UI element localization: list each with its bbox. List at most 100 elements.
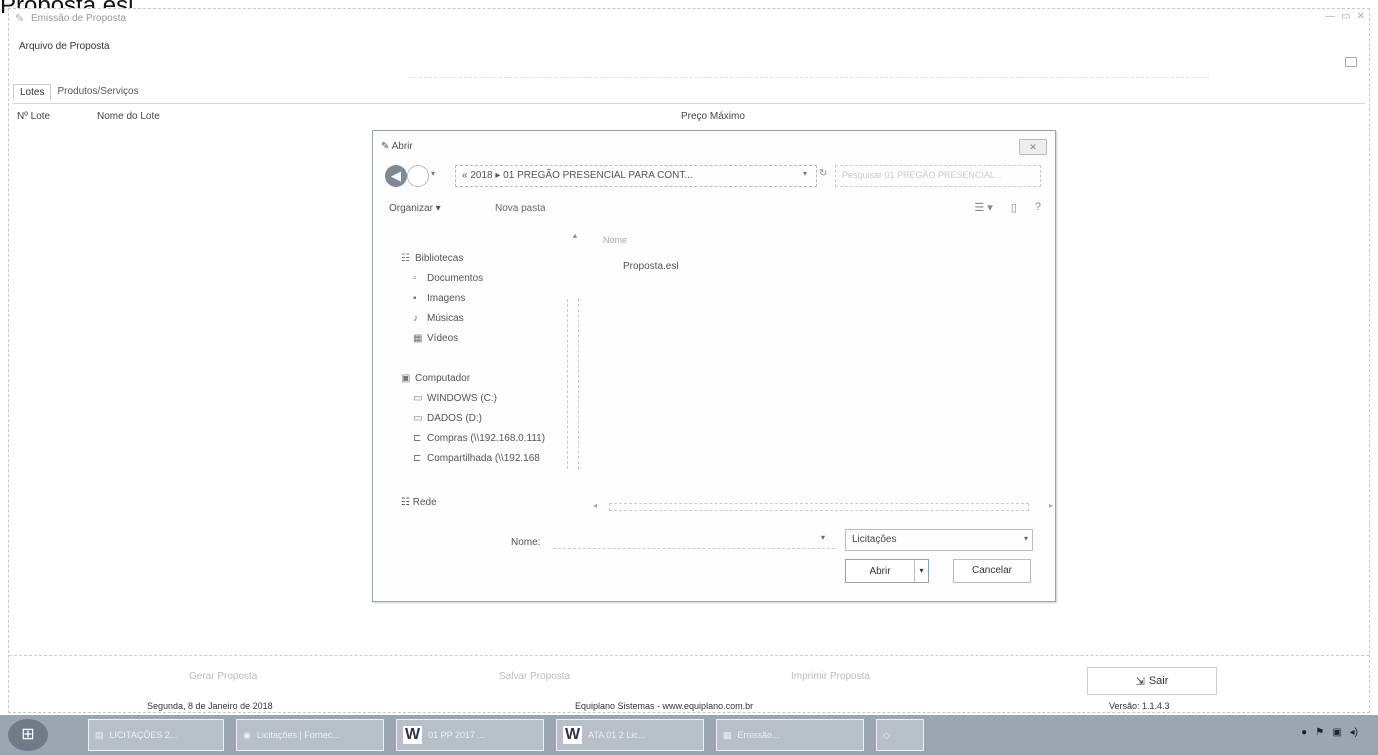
preview-pane-icon[interactable]: ▯: [1011, 201, 1017, 214]
horizontal-scrollbar[interactable]: ◂ ▸: [593, 501, 1053, 513]
task-label: Licitações | Fornec...: [256, 730, 340, 740]
file-type-select[interactable]: Licitações ▾: [845, 529, 1033, 551]
imprimir-proposta-button[interactable]: Imprimir Proposta: [791, 671, 870, 682]
back-arrow-icon[interactable]: ◀: [385, 165, 407, 187]
forward-arrow-icon[interactable]: [407, 165, 429, 187]
view-options-icon[interactable]: ☰ ▾: [974, 201, 992, 214]
network-drive-icon: ⊏: [413, 433, 422, 444]
computer-icon: ▣: [401, 373, 411, 384]
task-label: Emissão...: [737, 730, 780, 740]
sair-button[interactable]: ⇲ Sair: [1087, 667, 1217, 695]
open-button-label: Abrir: [869, 565, 891, 577]
column-preco-maximo[interactable]: Preço Máximo: [681, 111, 745, 122]
nav-label: Compartilhada (\\192.168: [427, 453, 540, 464]
taskbar-item[interactable]: ▦ Emissão...: [716, 719, 864, 751]
nav-label: Computador: [415, 373, 471, 384]
salvar-proposta-button[interactable]: Salvar Proposta: [499, 671, 570, 682]
bottom-divider: [9, 655, 1369, 657]
search-input[interactable]: Pesquisar 01 PREGÃO PRESENCIAL...: [835, 165, 1041, 187]
nav-compras[interactable]: ⊏ Compras (\\192.168.0.111): [413, 433, 545, 444]
file-proposta[interactable]: Proposta.esl: [623, 261, 679, 272]
status-version: Versão: 1.1.4.3: [1109, 701, 1170, 711]
tray-icon[interactable]: ●: [1301, 727, 1307, 738]
task-label: ATA 01 2 Lic...: [588, 730, 646, 740]
panel-icon[interactable]: [1345, 57, 1357, 67]
flag-icon[interactable]: ⚑: [1315, 727, 1324, 738]
column-num-lote[interactable]: Nº Lote: [17, 111, 50, 122]
menu-arquivo[interactable]: Arquivo de Proposta: [19, 41, 110, 52]
help-icon[interactable]: ?: [1035, 201, 1041, 214]
taskbar-item[interactable]: ◉ Licitações | Fornec...: [236, 719, 384, 751]
library-icon: ☷: [401, 253, 410, 264]
column-nome-lote[interactable]: Nome do Lote: [97, 111, 160, 122]
window-title: Emissão de Proposta: [31, 13, 127, 24]
nav-label: Bibliotecas: [415, 253, 464, 264]
refresh-icon[interactable]: ↻: [819, 168, 827, 179]
nav-computer[interactable]: ▣ Computador: [401, 373, 470, 384]
address-chevron-down-icon[interactable]: ▾: [803, 169, 807, 178]
column-name-header[interactable]: Nome: [603, 235, 627, 245]
history-chevron-down-icon[interactable]: ▾: [431, 169, 435, 178]
nav-rede[interactable]: ☷ Rede: [401, 497, 437, 508]
drive-icon: ▭: [413, 393, 423, 404]
new-folder-button[interactable]: Nova pasta: [495, 203, 546, 214]
nav-images[interactable]: ▪ Imagens: [413, 293, 465, 304]
window-controls: — ▭ ✕: [1325, 11, 1365, 22]
network-icon[interactable]: ▣: [1332, 727, 1341, 738]
tool-icon: ◇: [883, 729, 890, 740]
nav-libraries[interactable]: ☷ Bibliotecas: [401, 253, 463, 264]
taskbar-item[interactable]: ◇: [876, 719, 924, 751]
volume-icon[interactable]: ◂): [1350, 727, 1358, 738]
nav-label: WINDOWS (C:): [427, 393, 497, 404]
organize-button[interactable]: Organizar ▾: [389, 203, 441, 214]
browser-icon: ◉: [243, 729, 251, 740]
title-bar: ✎ Emissão de Proposta — ▭ ✕: [9, 9, 1369, 29]
folder-icon: ▤: [95, 729, 104, 740]
nav-label: DADOS (D:): [427, 413, 482, 424]
taskbar-item[interactable]: W 01 PP 2017 ...: [396, 719, 544, 751]
restore-icon[interactable]: ▭: [1341, 11, 1350, 22]
minimize-icon[interactable]: —: [1325, 11, 1335, 22]
nav-label: Vídeos: [427, 333, 459, 344]
sair-label: Sair: [1148, 675, 1169, 687]
nav-windows-c[interactable]: ▭ WINDOWS (C:): [413, 393, 497, 404]
status-company: Equiplano Sistemas - www.equiplano.com.b…: [575, 701, 754, 711]
nav-dados-d[interactable]: ▭ DADOS (D:): [413, 413, 482, 424]
tab-lotes[interactable]: Lotes: [13, 84, 52, 100]
nav-documents[interactable]: ▫ Documentos: [413, 273, 483, 284]
dialog-title-text: Abrir: [391, 141, 413, 152]
nav-label: Rede: [412, 497, 437, 508]
music-icon: ♪: [413, 313, 418, 324]
file-name-input[interactable]: [553, 529, 835, 549]
nav-scrollbar[interactable]: [567, 299, 579, 469]
nav-compartilhada[interactable]: ⊏ Compartilhada (\\192.168: [413, 453, 540, 464]
start-button[interactable]: ⊞: [8, 719, 48, 751]
tab-bar: Lotes Produtos/Serviços: [13, 84, 145, 100]
status-date: Segunda, 8 de Janeiro de 2018: [147, 701, 273, 711]
taskbar-item[interactable]: ▤ LICITAÇÕES 2...: [88, 719, 224, 751]
open-button[interactable]: Abrir ▾: [845, 559, 929, 583]
scroll-left-icon[interactable]: ◂: [593, 501, 597, 510]
task-label: LICITAÇÕES 2...: [109, 730, 178, 740]
address-bar[interactable]: « 2018 ▸ 01 PREGÃO PRESENCIAL PARA CONT.…: [455, 165, 817, 187]
drive-icon: ▭: [413, 413, 423, 424]
taskbar-item[interactable]: W ATA 01 2 Lic...: [556, 719, 704, 751]
scroll-right-icon[interactable]: ▸: [1049, 501, 1053, 510]
open-split-arrow-icon[interactable]: ▾: [914, 560, 928, 582]
file-name-chevron-down-icon[interactable]: ▾: [821, 533, 825, 542]
file-type-value: Licitações: [852, 534, 897, 545]
view-controls: ☰ ▾ ▯ ?: [974, 201, 1041, 214]
dialog-close-button[interactable]: ✕: [1019, 139, 1047, 155]
close-icon[interactable]: ✕: [1357, 11, 1365, 22]
gerar-proposta-button[interactable]: Gerar Proposta: [189, 671, 257, 682]
tab-produtos-servicos[interactable]: Produtos/Serviços: [51, 84, 145, 100]
nav-videos[interactable]: ▦ Vídeos: [413, 333, 458, 344]
sort-up-icon: ▲: [571, 231, 579, 240]
dialog-icon: ✎: [381, 141, 392, 152]
task-label: 01 PP 2017 ...: [428, 730, 485, 740]
scroll-thumb[interactable]: [609, 503, 1029, 511]
nav-music[interactable]: ♪ Músicas: [413, 313, 464, 324]
file-name-label: Nome:: [511, 537, 541, 548]
cancel-button[interactable]: Cancelar: [953, 559, 1031, 583]
dialog-title: ✎ Abrir: [381, 141, 413, 152]
